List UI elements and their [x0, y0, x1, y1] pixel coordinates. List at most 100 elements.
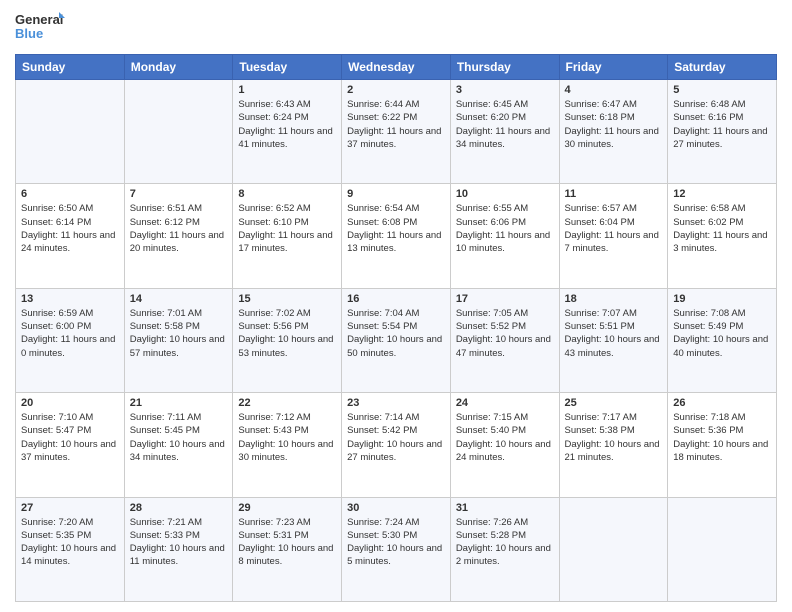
day-info: Sunrise: 7:10 AM Sunset: 5:47 PM Dayligh… — [21, 411, 119, 464]
day-number: 23 — [347, 397, 445, 409]
svg-text:Blue: Blue — [15, 26, 43, 41]
calendar-cell: 9Sunrise: 6:54 AM Sunset: 6:08 PM Daylig… — [342, 184, 451, 288]
day-info: Sunrise: 7:24 AM Sunset: 5:30 PM Dayligh… — [347, 516, 445, 569]
day-number: 17 — [456, 293, 554, 305]
calendar-cell: 15 Sunrise: 7:02 AM Sunset: 5:56 PM Dayli… — [233, 288, 342, 392]
calendar-cell: 17 Sunrise: 7:05 AM Sunset: 5:52 PM Dayli… — [450, 288, 559, 392]
day-info: Sunrise: 6:58 AM Sunset: 6:02 PM Dayligh… — [673, 202, 771, 255]
day-info: Sunrise: 7:20 AM Sunset: 5:35 PM Dayligh… — [21, 516, 119, 569]
calendar-body: 1 Sunrise: 6:43 AM Sunset: 6:24 PM Daylig… — [16, 80, 777, 602]
calendar-cell: 16Sunrise: 7:04 AM Sunset: 5:54 PM Dayli… — [342, 288, 451, 392]
calendar-cell: 31Sunrise: 7:26 AM Sunset: 5:28 PM Dayli… — [450, 497, 559, 601]
calendar-cell: 4 Sunrise: 6:47 AM Sunset: 6:18 PM Daylig… — [559, 80, 668, 184]
day-number: 9 — [347, 188, 445, 200]
week-row-2: 6 Sunrise: 6:50 AM Sunset: 6:14 PM Daylig… — [16, 184, 777, 288]
day-number: 24 — [456, 397, 554, 409]
day-number: 1 — [238, 84, 336, 96]
day-header-saturday: Saturday — [668, 55, 777, 80]
svg-text:General: General — [15, 12, 63, 27]
day-info: Sunrise: 7:18 AM Sunset: 5:36 PM Dayligh… — [673, 411, 771, 464]
day-number: 14 — [130, 293, 228, 305]
day-info: Sunrise: 6:50 AM Sunset: 6:14 PM Dayligh… — [21, 202, 119, 255]
day-info: Sunrise: 6:59 AM Sunset: 6:00 PM Dayligh… — [21, 307, 119, 360]
day-info: Sunrise: 7:15 AM Sunset: 5:40 PM Dayligh… — [456, 411, 554, 464]
day-header-monday: Monday — [124, 55, 233, 80]
day-info: Sunrise: 7:05 AM Sunset: 5:52 PM Dayligh… — [456, 307, 554, 360]
week-row-3: 13 Sunrise: 6:59 AM Sunset: 6:00 PM Dayli… — [16, 288, 777, 392]
day-number: 18 — [565, 293, 663, 305]
calendar-cell: 14 Sunrise: 7:01 AM Sunset: 5:58 PM Dayli… — [124, 288, 233, 392]
day-number: 25 — [565, 397, 663, 409]
calendar-cell: 8 Sunrise: 6:52 AM Sunset: 6:10 PM Daylig… — [233, 184, 342, 288]
day-number: 3 — [456, 84, 554, 96]
day-number: 26 — [673, 397, 771, 409]
day-info: Sunrise: 6:47 AM Sunset: 6:18 PM Dayligh… — [565, 98, 663, 151]
header-row: SundayMondayTuesdayWednesdayThursdayFrid… — [16, 55, 777, 80]
day-number: 31 — [456, 502, 554, 514]
week-row-1: 1 Sunrise: 6:43 AM Sunset: 6:24 PM Daylig… — [16, 80, 777, 184]
day-number: 4 — [565, 84, 663, 96]
day-info: Sunrise: 7:04 AM Sunset: 5:54 PM Dayligh… — [347, 307, 445, 360]
calendar-cell — [559, 497, 668, 601]
day-info: Sunrise: 7:17 AM Sunset: 5:38 PM Dayligh… — [565, 411, 663, 464]
logo: General Blue — [15, 10, 65, 46]
day-header-wednesday: Wednesday — [342, 55, 451, 80]
calendar-table: SundayMondayTuesdayWednesdayThursdayFrid… — [15, 54, 777, 602]
day-header-sunday: Sunday — [16, 55, 125, 80]
day-info: Sunrise: 7:07 AM Sunset: 5:51 PM Dayligh… — [565, 307, 663, 360]
day-info: Sunrise: 7:14 AM Sunset: 5:42 PM Dayligh… — [347, 411, 445, 464]
day-number: 7 — [130, 188, 228, 200]
calendar-cell: 25 Sunrise: 7:17 AM Sunset: 5:38 PM Dayli… — [559, 393, 668, 497]
day-info: Sunrise: 7:12 AM Sunset: 5:43 PM Dayligh… — [238, 411, 336, 464]
calendar-cell: 29 Sunrise: 7:23 AM Sunset: 5:31 PM Dayli… — [233, 497, 342, 601]
day-header-tuesday: Tuesday — [233, 55, 342, 80]
day-info: Sunrise: 6:45 AM Sunset: 6:20 PM Dayligh… — [456, 98, 554, 151]
calendar-cell: 1 Sunrise: 6:43 AM Sunset: 6:24 PM Daylig… — [233, 80, 342, 184]
day-number: 10 — [456, 188, 554, 200]
calendar-cell: 26 Sunrise: 7:18 AM Sunset: 5:36 PM Dayli… — [668, 393, 777, 497]
day-number: 20 — [21, 397, 119, 409]
day-header-thursday: Thursday — [450, 55, 559, 80]
day-number: 22 — [238, 397, 336, 409]
day-info: Sunrise: 7:11 AM Sunset: 5:45 PM Dayligh… — [130, 411, 228, 464]
day-number: 6 — [21, 188, 119, 200]
calendar-cell: 24 Sunrise: 7:15 AM Sunset: 5:40 PM Dayli… — [450, 393, 559, 497]
week-row-4: 20 Sunrise: 7:10 AM Sunset: 5:47 PM Dayli… — [16, 393, 777, 497]
calendar-cell: 6 Sunrise: 6:50 AM Sunset: 6:14 PM Daylig… — [16, 184, 125, 288]
day-info: Sunrise: 7:08 AM Sunset: 5:49 PM Dayligh… — [673, 307, 771, 360]
day-info: Sunrise: 6:52 AM Sunset: 6:10 PM Dayligh… — [238, 202, 336, 255]
day-info: Sunrise: 7:01 AM Sunset: 5:58 PM Dayligh… — [130, 307, 228, 360]
day-info: Sunrise: 6:55 AM Sunset: 6:06 PM Dayligh… — [456, 202, 554, 255]
day-number: 5 — [673, 84, 771, 96]
calendar-cell: 2Sunrise: 6:44 AM Sunset: 6:22 PM Daylig… — [342, 80, 451, 184]
day-info: Sunrise: 7:21 AM Sunset: 5:33 PM Dayligh… — [130, 516, 228, 569]
day-number: 15 — [238, 293, 336, 305]
day-number: 19 — [673, 293, 771, 305]
day-number: 13 — [21, 293, 119, 305]
day-number: 29 — [238, 502, 336, 514]
header: General Blue — [15, 10, 777, 46]
day-number: 2 — [347, 84, 445, 96]
calendar-cell: 21Sunrise: 7:11 AM Sunset: 5:45 PM Dayli… — [124, 393, 233, 497]
calendar-cell: 10 Sunrise: 6:55 AM Sunset: 6:06 PM Dayli… — [450, 184, 559, 288]
day-number: 8 — [238, 188, 336, 200]
calendar-cell: 5Sunrise: 6:48 AM Sunset: 6:16 PM Daylig… — [668, 80, 777, 184]
calendar-cell: 18 Sunrise: 7:07 AM Sunset: 5:51 PM Dayli… — [559, 288, 668, 392]
day-number: 27 — [21, 502, 119, 514]
day-info: Sunrise: 6:57 AM Sunset: 6:04 PM Dayligh… — [565, 202, 663, 255]
week-row-5: 27 Sunrise: 7:20 AM Sunset: 5:35 PM Dayli… — [16, 497, 777, 601]
day-info: Sunrise: 6:51 AM Sunset: 6:12 PM Dayligh… — [130, 202, 228, 255]
calendar-cell: 28Sunrise: 7:21 AM Sunset: 5:33 PM Dayli… — [124, 497, 233, 601]
calendar-cell — [668, 497, 777, 601]
calendar-cell: 22 Sunrise: 7:12 AM Sunset: 5:43 PM Dayli… — [233, 393, 342, 497]
calendar-cell: 30Sunrise: 7:24 AM Sunset: 5:30 PM Dayli… — [342, 497, 451, 601]
day-info: Sunrise: 6:43 AM Sunset: 6:24 PM Dayligh… — [238, 98, 336, 151]
calendar-cell: 7 Sunrise: 6:51 AM Sunset: 6:12 PM Daylig… — [124, 184, 233, 288]
calendar-cell: 23 Sunrise: 7:14 AM Sunset: 5:42 PM Dayli… — [342, 393, 451, 497]
day-info: Sunrise: 7:23 AM Sunset: 5:31 PM Dayligh… — [238, 516, 336, 569]
calendar-page: General Blue SundayMondayTuesdayWednesda… — [0, 0, 792, 612]
calendar-cell: 13 Sunrise: 6:59 AM Sunset: 6:00 PM Dayli… — [16, 288, 125, 392]
day-number: 12 — [673, 188, 771, 200]
calendar-cell: 19 Sunrise: 7:08 AM Sunset: 5:49 PM Dayli… — [668, 288, 777, 392]
day-info: Sunrise: 7:02 AM Sunset: 5:56 PM Dayligh… — [238, 307, 336, 360]
